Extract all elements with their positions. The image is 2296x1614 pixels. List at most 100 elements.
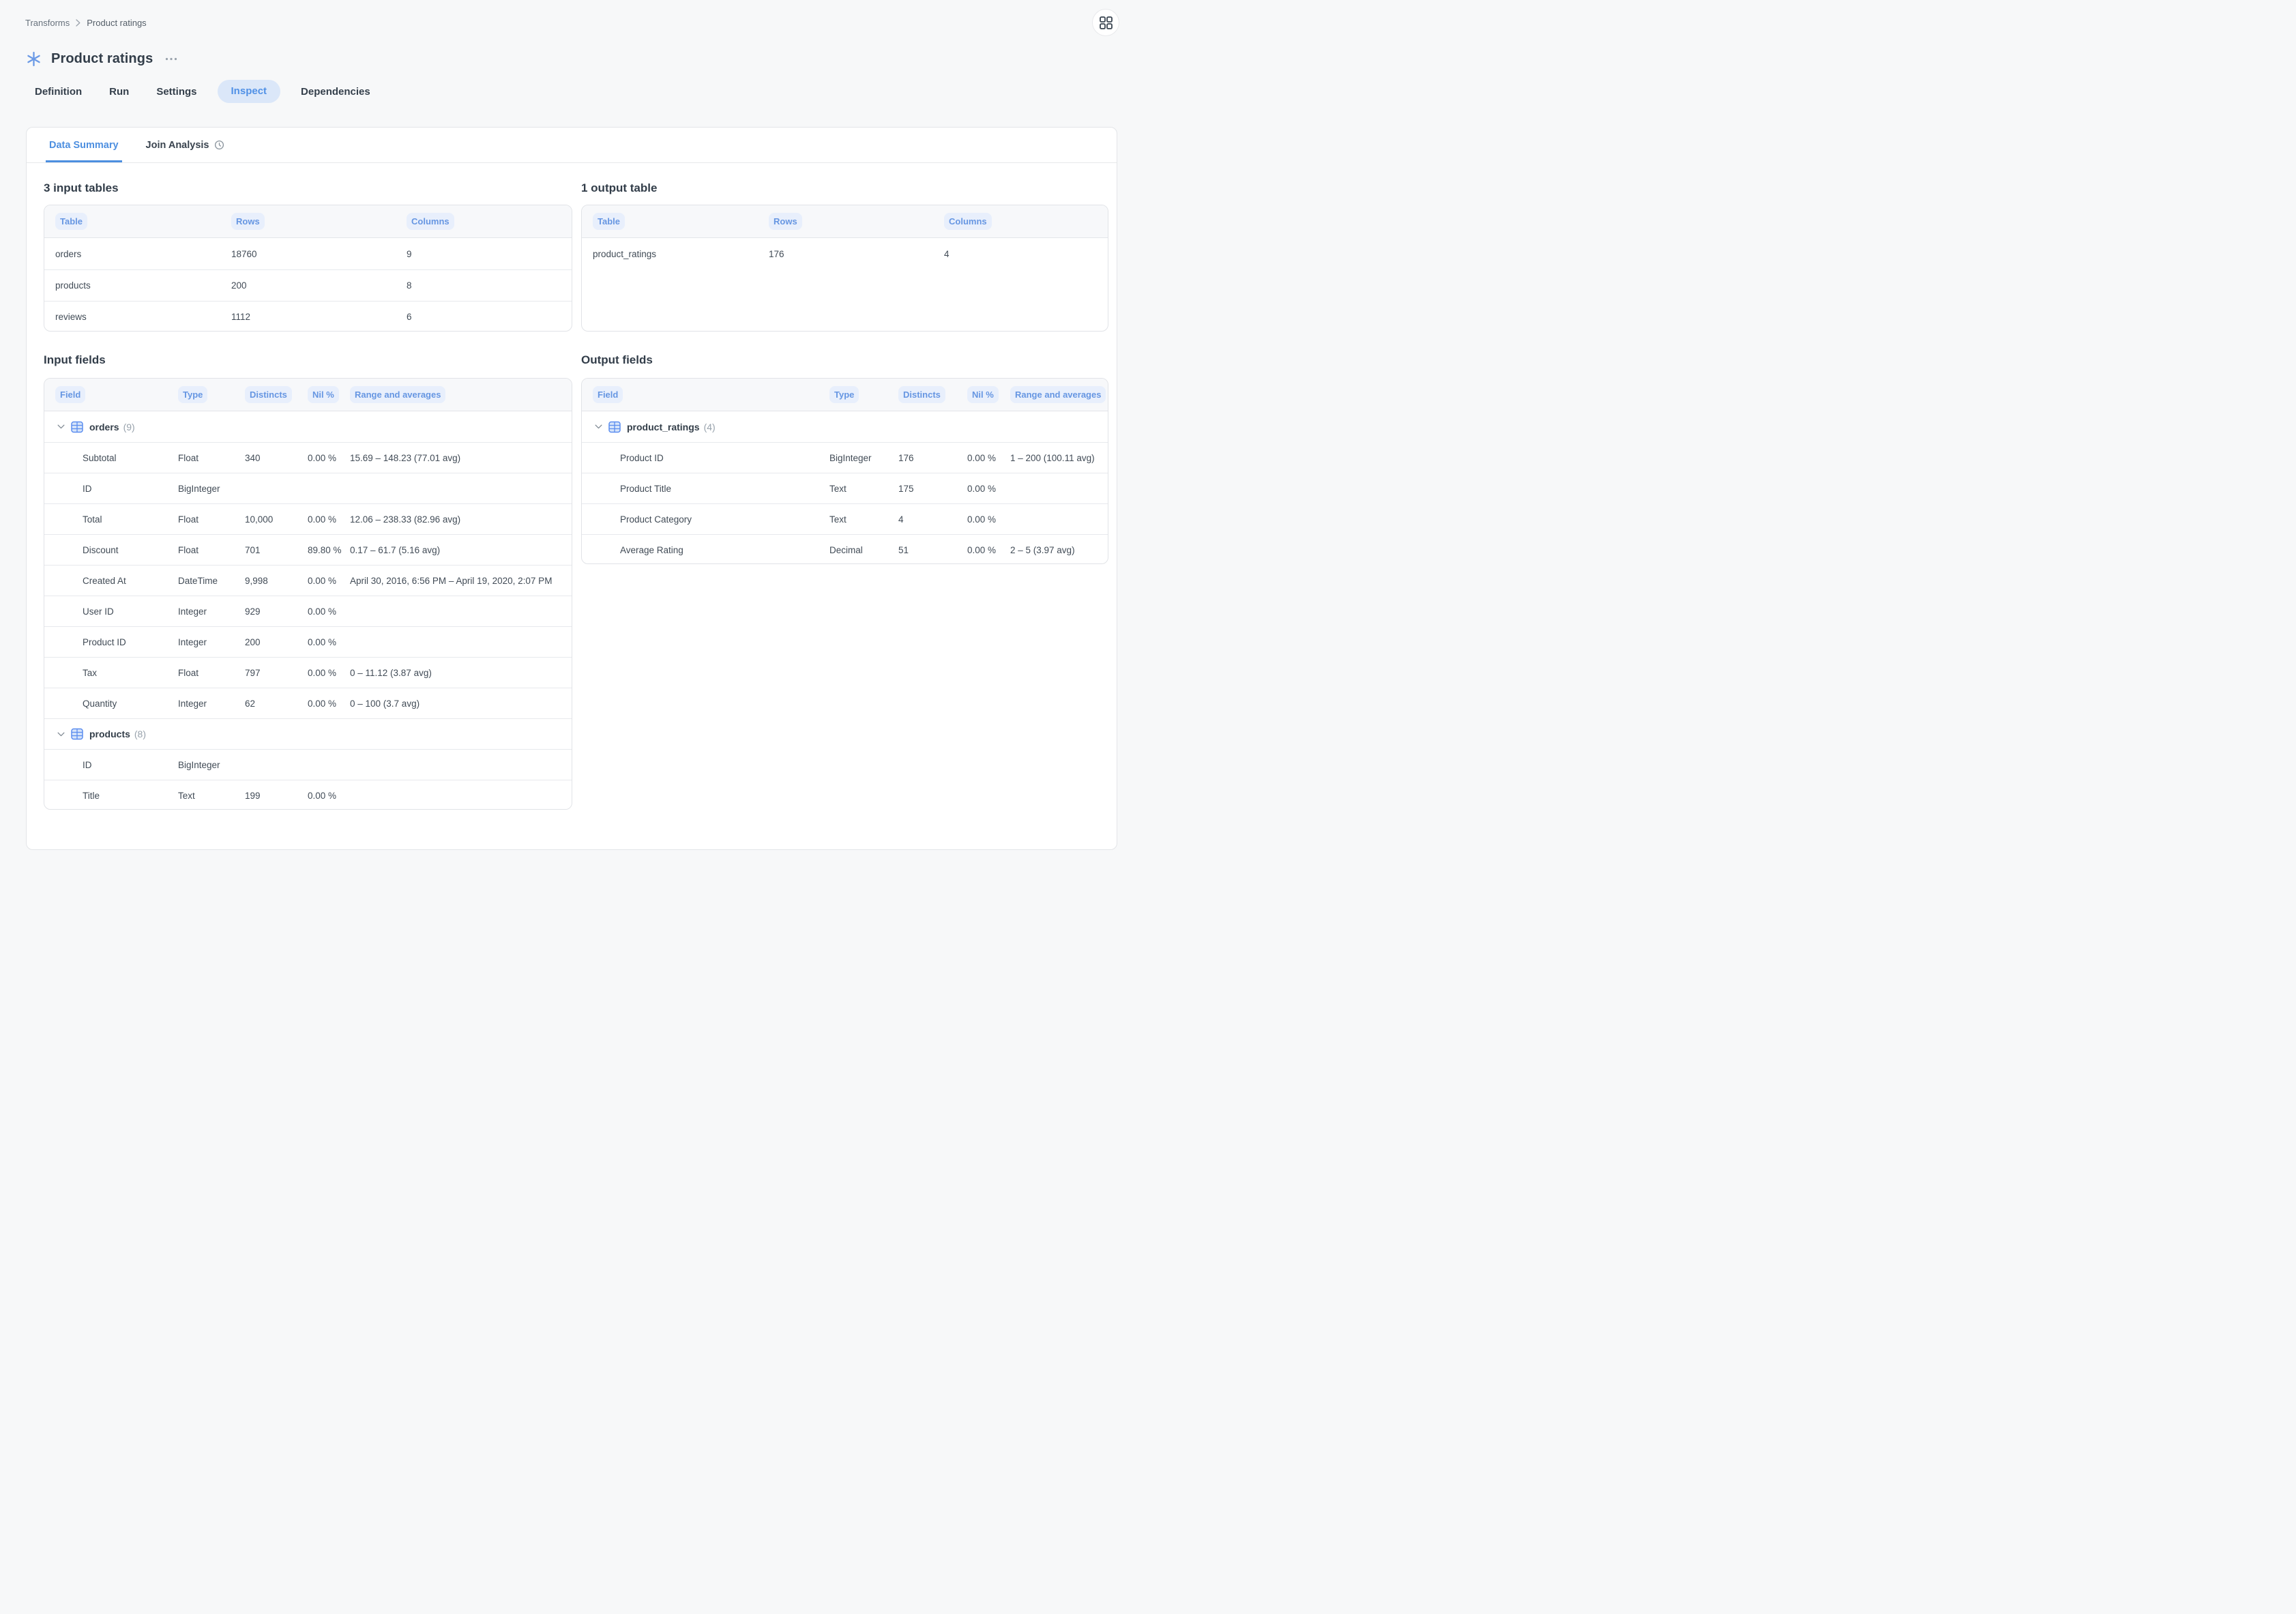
cell-field: Title bbox=[55, 791, 178, 801]
cell-table-name: product_ratings bbox=[593, 249, 769, 259]
tab-definition[interactable]: Definition bbox=[35, 86, 82, 98]
cell-distincts: 175 bbox=[898, 484, 967, 494]
breadcrumb-link-transforms[interactable]: Transforms bbox=[25, 18, 70, 28]
column-pill-table: Table bbox=[593, 213, 625, 230]
cell-distincts: 176 bbox=[898, 453, 967, 463]
cell-type: Decimal bbox=[829, 545, 898, 555]
table-row: product_ratings 176 4 bbox=[582, 238, 1108, 269]
table-header-row: Table Rows Columns bbox=[44, 205, 572, 238]
more-options-button[interactable] bbox=[164, 55, 179, 63]
cell-range: 0.17 – 61.7 (5.16 avg) bbox=[350, 545, 561, 555]
transform-star-icon bbox=[25, 50, 42, 68]
cell-type: Text bbox=[178, 791, 245, 801]
cell-type: Float bbox=[178, 453, 245, 463]
cell-field: Product Category bbox=[593, 514, 829, 525]
column-pill-distincts: Distincts bbox=[245, 386, 292, 403]
field-row: ID BigInteger bbox=[44, 473, 572, 503]
column-pill-rows: Rows bbox=[231, 213, 265, 230]
cell-column-count: 6 bbox=[407, 312, 561, 322]
tab-data-summary[interactable]: Data Summary bbox=[48, 128, 120, 162]
cell-type: Integer bbox=[178, 606, 245, 617]
table-icon bbox=[71, 421, 83, 433]
cell-type: BigInteger bbox=[178, 484, 245, 494]
cell-distincts: 10,000 bbox=[245, 514, 308, 525]
cell-row-count: 176 bbox=[769, 249, 944, 259]
group-row-orders[interactable]: orders (9) bbox=[44, 411, 572, 442]
cell-field: Tax bbox=[55, 668, 178, 678]
cell-nil: 0.00 % bbox=[308, 791, 350, 801]
breadcrumb-current: Product ratings bbox=[87, 18, 146, 28]
cell-nil: 89.80 % bbox=[308, 545, 350, 555]
inspect-sub-tabs: Data Summary Join Analysis bbox=[27, 128, 1117, 163]
page-title: Product ratings bbox=[51, 51, 153, 67]
tab-run[interactable]: Run bbox=[109, 86, 129, 98]
tab-inspect[interactable]: Inspect bbox=[218, 80, 281, 103]
cell-type: Text bbox=[829, 484, 898, 494]
tab-settings[interactable]: Settings bbox=[156, 86, 196, 98]
cell-nil: 0.00 % bbox=[308, 576, 350, 586]
cell-field: Created At bbox=[55, 576, 178, 586]
column-pill-range: Range and averages bbox=[350, 386, 445, 403]
field-row: Average Rating Decimal 51 0.00 % 2 – 5 (… bbox=[582, 534, 1108, 564]
group-name: products bbox=[89, 729, 130, 739]
group-row-product-ratings[interactable]: product_ratings (4) bbox=[582, 411, 1108, 442]
cell-range: 2 – 5 (3.97 avg) bbox=[1010, 545, 1097, 555]
field-row: Title Text 199 0.00 % bbox=[44, 780, 572, 810]
cell-column-count: 8 bbox=[407, 280, 561, 291]
table-row: reviews 1112 6 bbox=[44, 301, 572, 332]
group-row-products[interactable]: products (8) bbox=[44, 718, 572, 749]
cell-range: April 30, 2016, 6:56 PM – April 19, 2020… bbox=[350, 576, 561, 586]
output-tables-heading: 1 output table bbox=[581, 181, 657, 196]
cell-column-count: 9 bbox=[407, 249, 561, 259]
cell-distincts: 4 bbox=[898, 514, 967, 525]
cell-nil: 0.00 % bbox=[308, 514, 350, 525]
input-fields-table: Field Type Distincts Nil % Range and ave… bbox=[44, 378, 572, 810]
cell-type: Float bbox=[178, 545, 245, 555]
column-pill-type: Type bbox=[829, 386, 859, 403]
table-header-row: Table Rows Columns bbox=[582, 205, 1108, 238]
main-tabs: Definition Run Settings Inspect Dependen… bbox=[35, 80, 370, 103]
cell-type: Integer bbox=[178, 699, 245, 709]
field-row: Product Category Text 4 0.00 % bbox=[582, 503, 1108, 534]
apps-grid-button[interactable] bbox=[1092, 9, 1119, 36]
cell-field: Total bbox=[55, 514, 178, 525]
cell-distincts: 62 bbox=[245, 699, 308, 709]
cell-distincts: 199 bbox=[245, 791, 308, 801]
cell-distincts: 340 bbox=[245, 453, 308, 463]
cell-nil: 0.00 % bbox=[967, 514, 1010, 525]
column-pill-nil: Nil % bbox=[308, 386, 339, 403]
cell-range: 1 – 200 (100.11 avg) bbox=[1010, 453, 1097, 463]
field-row: Product ID BigInteger 176 0.00 % 1 – 200… bbox=[582, 442, 1108, 473]
cell-row-count: 1112 bbox=[231, 312, 407, 322]
chevron-down-icon bbox=[57, 732, 65, 737]
cell-type: Integer bbox=[178, 637, 245, 647]
cell-type: Text bbox=[829, 514, 898, 525]
output-tables-table: Table Rows Columns product_ratings 176 4 bbox=[581, 205, 1108, 332]
column-pill-columns: Columns bbox=[944, 213, 992, 230]
cell-field: Subtotal bbox=[55, 453, 178, 463]
cell-nil: 0.00 % bbox=[308, 637, 350, 647]
cell-range: 0 – 100 (3.7 avg) bbox=[350, 699, 561, 709]
cell-column-count: 4 bbox=[944, 249, 1097, 259]
input-tables-table: Table Rows Columns orders 18760 9 produc… bbox=[44, 205, 572, 332]
cell-nil: 0.00 % bbox=[308, 606, 350, 617]
ellipsis-icon bbox=[165, 57, 177, 61]
cell-table-name: products bbox=[55, 280, 231, 291]
field-row: Subtotal Float 340 0.00 % 15.69 – 148.23… bbox=[44, 442, 572, 473]
column-pill-nil: Nil % bbox=[967, 386, 999, 403]
cell-field: Product ID bbox=[55, 637, 178, 647]
chevron-down-icon bbox=[595, 424, 602, 429]
field-row: Quantity Integer 62 0.00 % 0 – 100 (3.7 … bbox=[44, 688, 572, 718]
tab-join-analysis-label: Join Analysis bbox=[146, 140, 209, 151]
group-count: (9) bbox=[123, 422, 135, 432]
cell-nil: 0.00 % bbox=[308, 699, 350, 709]
cell-nil: 0.00 % bbox=[967, 545, 1010, 555]
tab-dependencies[interactable]: Dependencies bbox=[301, 86, 370, 98]
cell-type: BigInteger bbox=[829, 453, 898, 463]
cell-distincts: 929 bbox=[245, 606, 308, 617]
tab-join-analysis[interactable]: Join Analysis bbox=[145, 128, 226, 162]
column-pill-range: Range and averages bbox=[1010, 386, 1106, 403]
table-header-row: Field Type Distincts Nil % Range and ave… bbox=[44, 379, 572, 411]
output-fields-table: Field Type Distincts Nil % Range and ave… bbox=[581, 378, 1108, 564]
column-pill-field: Field bbox=[593, 386, 623, 403]
